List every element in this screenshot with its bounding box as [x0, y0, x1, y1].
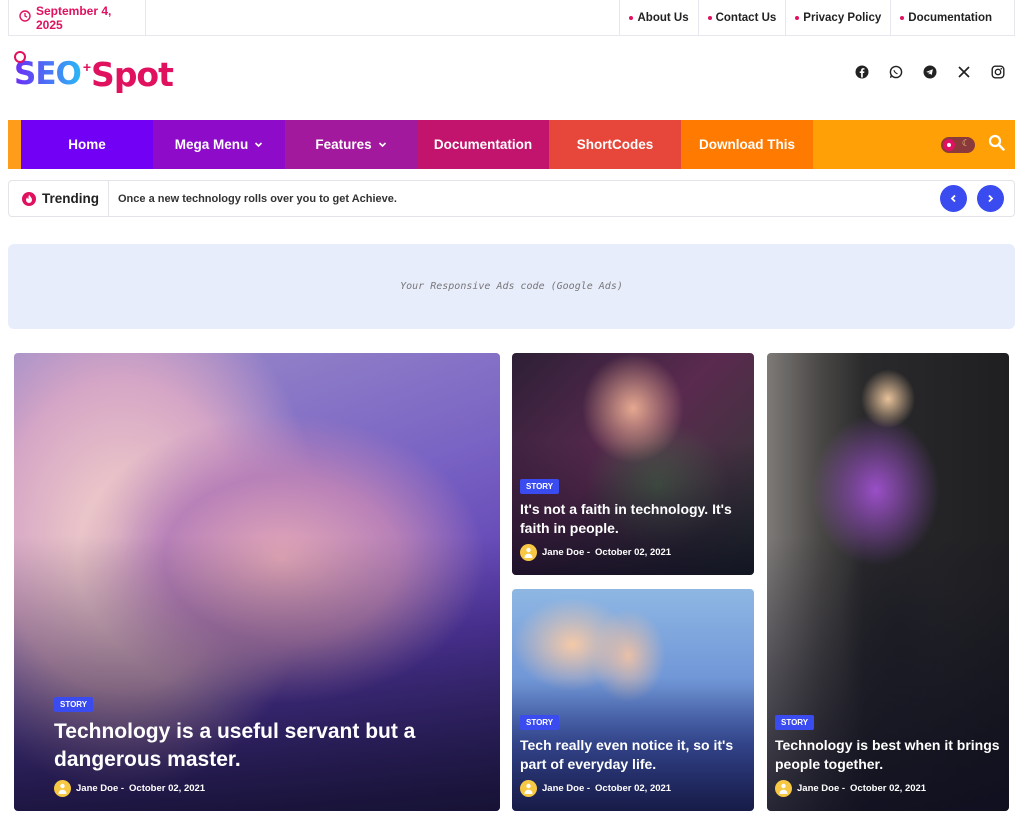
post-title[interactable]: It's not a faith in technology. It's fai…	[520, 500, 746, 538]
post-meta: Jane Doe - October 02, 2021	[520, 544, 746, 561]
nav-label: Features	[315, 137, 372, 152]
post-author[interactable]: Jane Doe -	[76, 783, 124, 794]
top-link-label: About Us	[637, 11, 689, 24]
post-card[interactable]: STORY It's not a faith in technology. It…	[512, 353, 754, 575]
post-info: STORY Technology is best when it brings …	[775, 712, 1001, 797]
nav-edge	[8, 120, 21, 169]
logo-spot: Spot	[91, 54, 174, 94]
clock-icon	[19, 10, 31, 25]
next-button[interactable]	[977, 185, 1004, 212]
nav-label: Download This	[699, 137, 795, 152]
x-icon[interactable]	[956, 64, 972, 80]
post-meta: Jane Doe - October 02, 2021	[775, 780, 1001, 797]
trending-label: Trending	[9, 181, 109, 216]
trending-label-text: Trending	[42, 191, 99, 206]
fire-icon	[22, 191, 36, 206]
avatar	[520, 780, 537, 797]
post-info: STORY It's not a faith in technology. It…	[520, 476, 746, 561]
instagram-icon[interactable]	[990, 64, 1006, 80]
post-date: October 02, 2021	[595, 547, 672, 558]
nav-label: Mega Menu	[174, 137, 249, 152]
trending-controls	[940, 185, 1014, 212]
nav-label: Documentation	[433, 137, 533, 152]
category-badge[interactable]: STORY	[520, 479, 560, 494]
top-bar: September 4, 2025 About Us Contact Us Pr…	[8, 0, 1015, 36]
top-link-label: Documentation	[908, 11, 992, 24]
nav-item-mega-menu[interactable]: Mega Menu	[153, 120, 285, 169]
bullet-icon	[900, 15, 905, 20]
nav-item-shortcodes[interactable]: ShortCodes	[549, 120, 681, 169]
chevron-down-icon	[378, 137, 387, 152]
telegram-icon[interactable]	[922, 64, 938, 80]
moon-icon: ☾	[961, 137, 970, 148]
chevron-right-icon	[986, 190, 995, 208]
nav-label: Home	[68, 137, 106, 152]
site-logo[interactable]: SEO + Spot	[14, 52, 174, 96]
trending-headline[interactable]: Once a new technology rolls over you to …	[109, 193, 940, 205]
post-info: STORY Technology is a useful servant but…	[54, 694, 492, 797]
facebook-icon[interactable]	[854, 64, 870, 80]
bullet-icon	[629, 15, 634, 20]
post-title[interactable]: Technology is best when it brings people…	[775, 736, 1001, 774]
logo-target-icon	[14, 51, 26, 63]
nav-tools: ☾	[937, 120, 1015, 169]
sun-icon	[943, 138, 955, 151]
category-badge[interactable]: STORY	[520, 715, 560, 730]
post-card[interactable]: STORY Tech really even notice it, so it'…	[512, 589, 754, 811]
category-badge[interactable]: STORY	[54, 697, 94, 712]
date-display: September 4, 2025	[9, 0, 146, 35]
prev-button[interactable]	[940, 185, 967, 212]
ad-text: Your Responsive Ads code (Google Ads)	[400, 281, 623, 292]
post-card[interactable]: STORY Technology is best when it brings …	[767, 353, 1009, 811]
bullet-icon	[707, 15, 712, 20]
chevron-down-icon	[254, 137, 263, 152]
post-title[interactable]: Technology is a useful servant but a dan…	[54, 718, 492, 774]
post-info: STORY Tech really even notice it, so it'…	[520, 712, 746, 797]
chevron-left-icon	[949, 190, 958, 208]
avatar	[54, 780, 71, 797]
nav-item-download[interactable]: Download This	[681, 120, 813, 169]
post-author[interactable]: Jane Doe -	[542, 783, 590, 794]
top-link-documentation[interactable]: Documentation	[890, 0, 1014, 35]
search-icon[interactable]	[988, 134, 1005, 156]
trending-bar: Trending Once a new technology rolls ove…	[8, 180, 1015, 217]
main-nav: Home Mega Menu Features Documentation Sh…	[8, 120, 1015, 169]
top-link-about[interactable]: About Us	[619, 0, 697, 35]
date-text: September 4, 2025	[36, 3, 112, 32]
top-link-label: Privacy Policy	[803, 11, 882, 24]
avatar	[775, 780, 792, 797]
category-badge[interactable]: STORY	[775, 715, 815, 730]
social-links	[854, 64, 1006, 80]
post-meta: Jane Doe - October 02, 2021	[520, 780, 746, 797]
whatsapp-icon[interactable]	[888, 64, 904, 80]
top-link-label: Contact Us	[715, 11, 777, 24]
dark-mode-toggle[interactable]: ☾	[941, 136, 975, 153]
post-date: October 02, 2021	[595, 783, 672, 794]
post-date: October 02, 2021	[850, 783, 927, 794]
post-title[interactable]: Tech really even notice it, so it's part…	[520, 736, 746, 774]
nav-item-home[interactable]: Home	[21, 120, 153, 169]
nav-fill	[813, 120, 937, 169]
top-link-privacy[interactable]: Privacy Policy	[785, 0, 890, 35]
post-date: October 02, 2021	[129, 783, 206, 794]
bullet-icon	[795, 15, 800, 20]
avatar	[520, 544, 537, 561]
ad-placeholder: Your Responsive Ads code (Google Ads)	[8, 244, 1015, 329]
logo-spark-icon: +	[82, 59, 91, 75]
nav-item-features[interactable]: Features	[285, 120, 417, 169]
featured-post-card[interactable]: STORY Technology is a useful servant but…	[14, 353, 500, 811]
post-author[interactable]: Jane Doe -	[797, 783, 845, 794]
nav-item-documentation[interactable]: Documentation	[417, 120, 549, 169]
post-meta: Jane Doe - October 02, 2021	[54, 780, 492, 797]
top-link-contact[interactable]: Contact Us	[697, 0, 786, 35]
post-author[interactable]: Jane Doe -	[542, 547, 590, 558]
nav-label: ShortCodes	[576, 137, 654, 152]
